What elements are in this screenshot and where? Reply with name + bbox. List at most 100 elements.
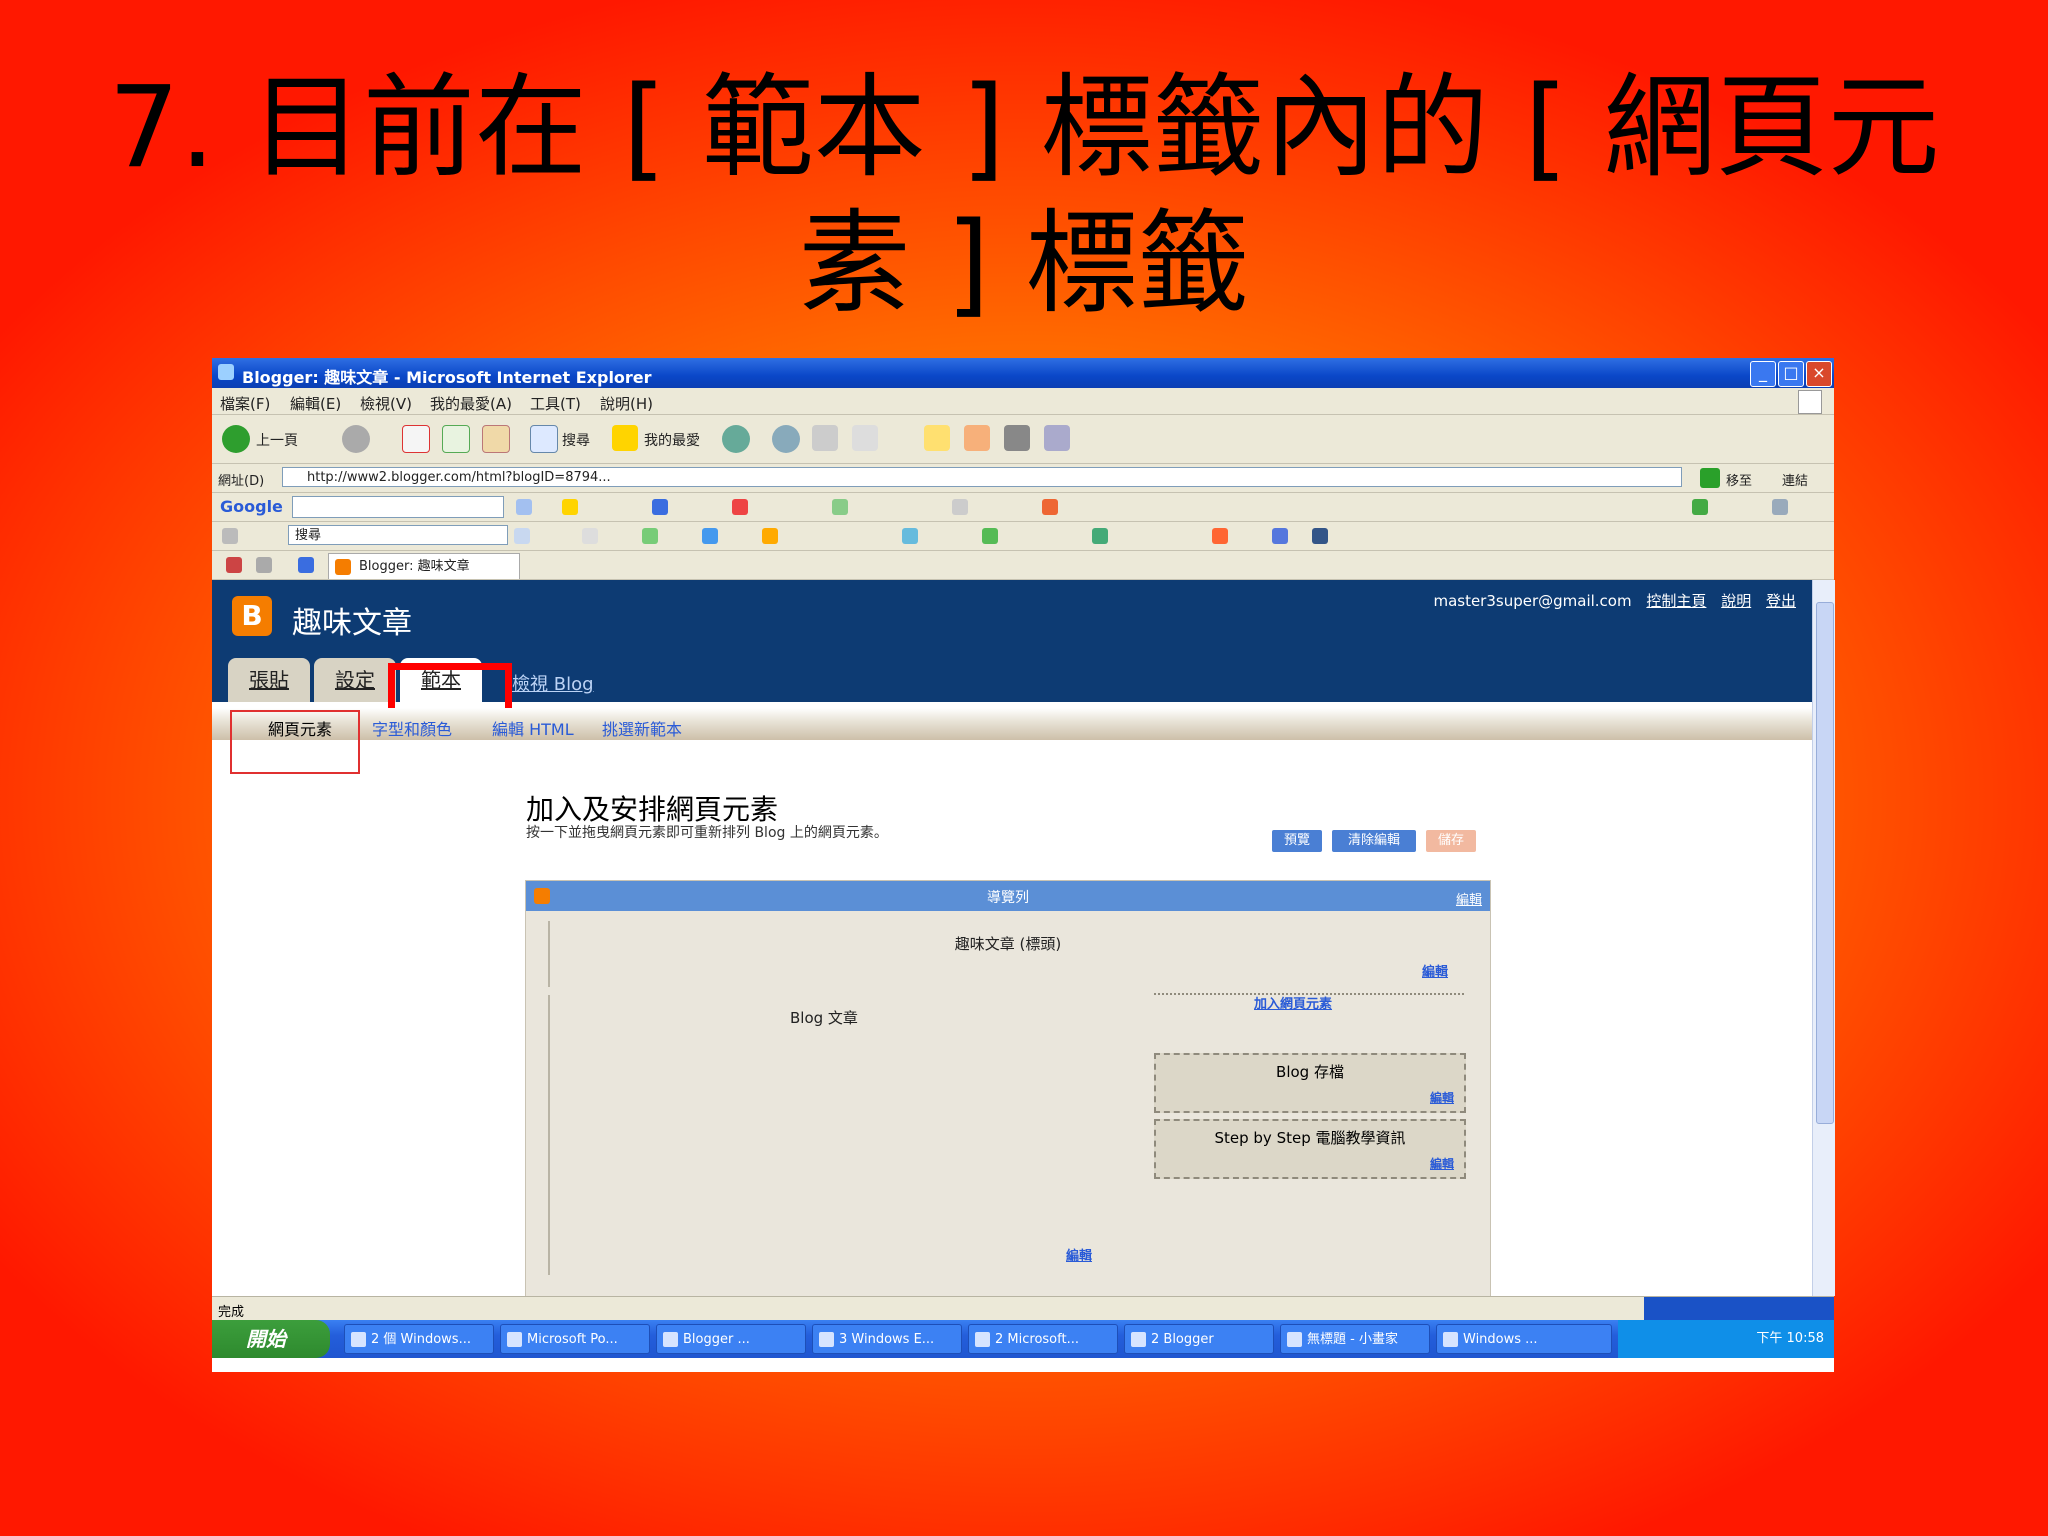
- weather-icon[interactable]: [762, 528, 778, 544]
- globe-icon[interactable]: [642, 528, 658, 544]
- widget-step-by-step[interactable]: Step by Step 電腦教學資訊 編輯: [1154, 1119, 1466, 1179]
- history-icon[interactable]: [722, 425, 750, 453]
- navbar-edit-link[interactable]: 編輯: [1456, 889, 1482, 908]
- refresh-icon[interactable]: [442, 425, 470, 453]
- widget-blog-archive[interactable]: Blog 存檔 編輯: [1154, 1053, 1466, 1113]
- google-search-input[interactable]: [292, 496, 504, 518]
- subtab-pick-template[interactable]: 挑選新範本: [602, 716, 682, 740]
- music-icon[interactable]: [1212, 528, 1228, 544]
- minimize-button[interactable]: _: [1750, 361, 1776, 387]
- subtab-edit-html[interactable]: 編輯 HTML: [492, 716, 574, 740]
- signin-icon[interactable]: [1692, 499, 1708, 515]
- clock[interactable]: 下午 10:58: [1756, 1331, 1824, 1346]
- search-engine-icon[interactable]: [222, 528, 238, 544]
- magnifier-icon[interactable]: [514, 528, 530, 544]
- back-icon[interactable]: [222, 425, 250, 453]
- stop-icon[interactable]: [402, 425, 430, 453]
- preview-button[interactable]: 預覽: [1272, 830, 1322, 852]
- user-email: master3super@gmail.com: [1433, 592, 1632, 610]
- tabs-list-icon[interactable]: [226, 557, 242, 573]
- menu-edit[interactable]: 編輯(E): [290, 393, 341, 414]
- print-icon[interactable]: [812, 425, 838, 451]
- posts-edit-link[interactable]: 編輯: [1066, 1245, 1092, 1264]
- menu-tools[interactable]: 工具(T): [530, 393, 581, 414]
- start-button[interactable]: 開始: [212, 1320, 330, 1358]
- bookmark-icon[interactable]: [562, 499, 578, 515]
- navbar-element[interactable]: 導覽列 編輯: [526, 881, 1490, 911]
- subtab-fonts-colors[interactable]: 字型和顏色: [372, 716, 452, 740]
- taskbar-item[interactable]: 2 Microsoft...: [968, 1324, 1118, 1354]
- calculator-icon[interactable]: [1004, 425, 1030, 451]
- header-element-label[interactable]: 趣味文章 (標頭): [526, 933, 1490, 954]
- google-search-icon[interactable]: [516, 499, 532, 515]
- games-icon[interactable]: [982, 528, 998, 544]
- dashboard-link[interactable]: 控制主頁: [1646, 592, 1706, 610]
- paint-icon[interactable]: [964, 425, 990, 451]
- taskbar-item[interactable]: 3 Windows E...: [812, 1324, 962, 1354]
- spellcheck-icon[interactable]: [832, 499, 848, 515]
- search-icon[interactable]: [530, 425, 558, 453]
- window-titlebar[interactable]: Blogger: 趣味文章 - Microsoft Internet Explo…: [212, 358, 1834, 388]
- taskbar-item[interactable]: 2 Blogger: [1124, 1324, 1274, 1354]
- settings-icon[interactable]: [1772, 499, 1788, 515]
- widget-title: Step by Step 電腦教學資訊: [1214, 1129, 1406, 1147]
- back-label[interactable]: 上一頁: [256, 430, 298, 450]
- favorites-icon[interactable]: [612, 425, 638, 451]
- blogger-logo-icon[interactable]: B: [232, 596, 272, 636]
- note-icon[interactable]: [924, 425, 950, 451]
- menu-help[interactable]: 說明(H): [600, 393, 653, 414]
- home-icon[interactable]: [482, 425, 510, 453]
- messenger-icon[interactable]: [1044, 425, 1070, 451]
- video-icon[interactable]: [1092, 528, 1108, 544]
- scrollbar-thumb[interactable]: [1816, 602, 1834, 1124]
- address-input[interactable]: http://www2.blogger.com/html?blogID=8794…: [282, 467, 1682, 487]
- toolbar-search-input[interactable]: 搜尋: [288, 525, 508, 545]
- quick-tabs-icon[interactable]: [256, 557, 272, 573]
- menu-favorites[interactable]: 我的最愛(A): [430, 393, 512, 414]
- browser-tab[interactable]: Blogger: 趣味文章: [328, 553, 520, 579]
- header-edit-link[interactable]: 編輯: [1422, 961, 1448, 980]
- taskbar-item[interactable]: Windows ...: [1436, 1324, 1612, 1354]
- send-icon[interactable]: [1042, 499, 1058, 515]
- maximize-button[interactable]: □: [1778, 361, 1804, 387]
- translate-icon[interactable]: [952, 499, 968, 515]
- popup-blocker-icon[interactable]: [732, 499, 748, 515]
- clear-edits-button[interactable]: 清除編輯: [1332, 830, 1416, 852]
- help-link[interactable]: 說明: [1721, 592, 1751, 610]
- taskbar-item[interactable]: 2 個 Windows...: [344, 1324, 494, 1354]
- edit-icon[interactable]: [852, 425, 878, 451]
- star-icon[interactable]: [652, 499, 668, 515]
- widget-edit-link[interactable]: 編輯: [1430, 1089, 1454, 1106]
- view-blog-link[interactable]: 檢視 Blog: [512, 670, 594, 696]
- tab-settings[interactable]: 設定: [314, 658, 396, 702]
- go-icon[interactable]: [1700, 468, 1720, 488]
- help-icon[interactable]: [1312, 528, 1328, 544]
- blog-posts-label[interactable]: Blog 文章: [790, 1007, 858, 1028]
- slide-title-line1: 7. 目前在 [ 範本 ] 標籤內的 [ 網頁元: [108, 63, 1940, 193]
- page-icon[interactable]: [582, 528, 598, 544]
- close-button[interactable]: ×: [1806, 361, 1832, 387]
- vertical-scrollbar[interactable]: [1812, 580, 1835, 1296]
- tab-posting[interactable]: 張貼: [228, 658, 310, 702]
- taskbar-item[interactable]: Microsoft Po...: [500, 1324, 650, 1354]
- new-tab-icon[interactable]: [298, 557, 314, 573]
- menu-file[interactable]: 檔案(F): [220, 393, 270, 414]
- taskbar-item[interactable]: Blogger ...: [656, 1324, 806, 1354]
- save-button[interactable]: 儲存: [1426, 830, 1476, 852]
- menu-view[interactable]: 檢視(V): [360, 393, 412, 414]
- check-icon[interactable]: [702, 528, 718, 544]
- forward-icon[interactable]: [342, 425, 370, 453]
- favorites-label[interactable]: 我的最愛: [644, 430, 700, 450]
- go-button[interactable]: 移至: [1726, 470, 1752, 489]
- info-icon[interactable]: [1272, 528, 1288, 544]
- window-title: Blogger: 趣味文章 - Microsoft Internet Explo…: [242, 368, 652, 387]
- main-column: [548, 995, 550, 1275]
- links-button[interactable]: 連結: [1782, 470, 1808, 489]
- signout-link[interactable]: 登出: [1766, 592, 1796, 610]
- search-label[interactable]: 搜尋: [562, 430, 590, 450]
- news-icon[interactable]: [902, 528, 918, 544]
- widget-edit-link[interactable]: 編輯: [1430, 1155, 1454, 1172]
- mail-icon[interactable]: [772, 425, 800, 453]
- add-page-element-link[interactable]: 加入網頁元素: [1254, 993, 1332, 1012]
- taskbar-item[interactable]: 無標題 - 小畫家: [1280, 1324, 1430, 1354]
